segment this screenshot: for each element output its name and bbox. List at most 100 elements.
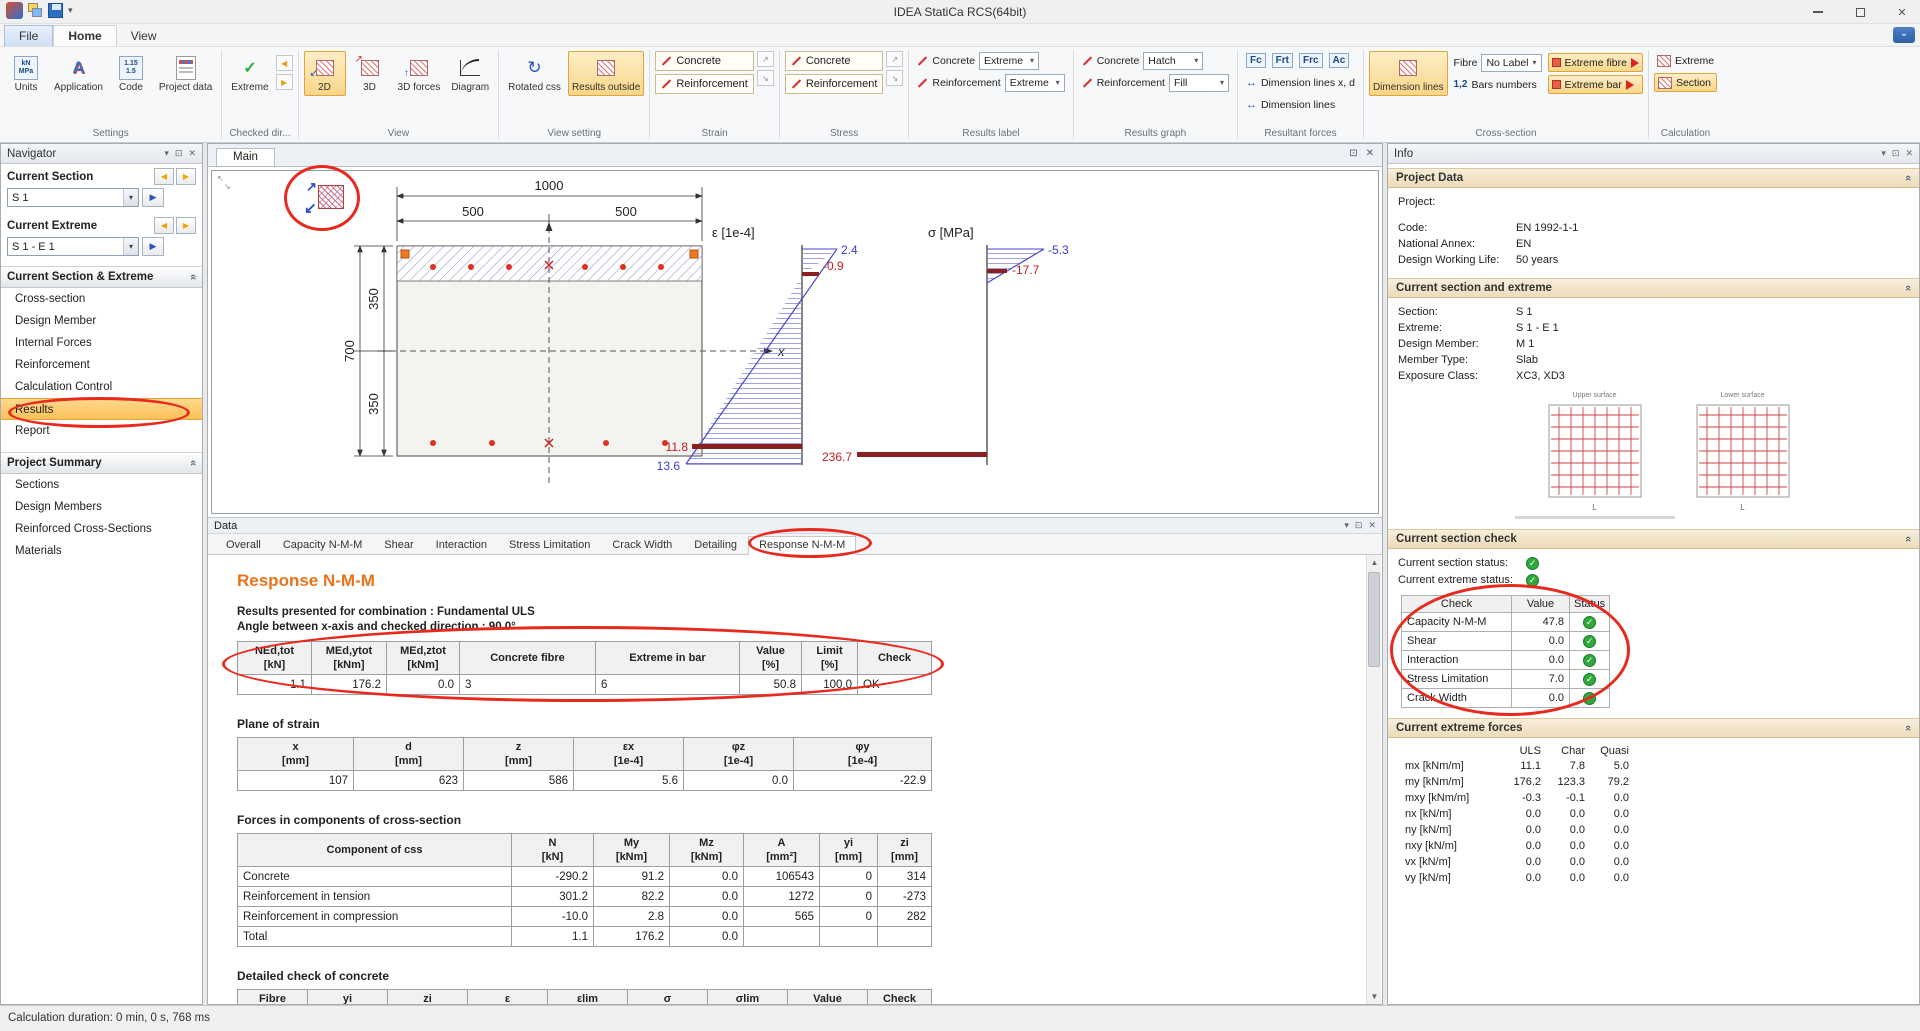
navigator-close-icon[interactable]: ✕ [188,148,196,159]
extreme-bar-toggle[interactable]: Extreme bar [1548,75,1643,94]
dimension-lines-xd-toggle[interactable]: ↔ Dimension lines x, d [1243,73,1358,92]
maximize-button[interactable] [1846,3,1874,21]
section-check-section-header[interactable]: Current section check « [1388,529,1919,549]
sidebar-item-reinforced-cross-sections[interactable]: Reinforced Cross-Sections [1,518,202,540]
tab-file[interactable]: File [4,25,53,46]
frc-chip[interactable]: Frc [1299,53,1323,68]
stress-plus-icon[interactable]: ↗ [886,51,903,67]
info-close-icon[interactable]: ✕ [1905,148,1913,159]
data-close-icon[interactable]: ✕ [1368,520,1376,531]
section-combo-caret-icon[interactable]: ▾ [123,189,138,206]
project-data-button[interactable]: Project data [155,51,216,96]
fibre-dropdown[interactable]: No Label▾ [1481,54,1541,72]
current-extreme-combo[interactable]: S 1 - E 1 ▾ [7,237,139,256]
checked-dir-next-icon[interactable]: ▶ [276,74,293,90]
scroll-up-icon[interactable]: ▲ [1367,555,1382,570]
sidebar-item-design-member[interactable]: Design Member [1,310,202,332]
tab-main[interactable]: Main [216,148,275,166]
results-label-concrete-dropdown[interactable]: Extreme▾ [979,52,1039,70]
section-prev-button[interactable]: ◀ [154,168,174,185]
extreme-fibre-toggle[interactable]: Extreme fibre [1548,53,1643,72]
sidebar-item-internal-forces[interactable]: Internal Forces [1,332,202,354]
cs-dimension-lines-button[interactable]: Dimension lines [1369,51,1448,96]
vertical-scrollbar[interactable]: ▲ ▼ [1366,555,1381,1004]
checked-dir-prev-icon[interactable]: ◀ [276,55,293,71]
results-outside-button[interactable]: Results outside [568,51,644,96]
extreme-next-button[interactable]: ▶ [176,217,196,234]
stress-reinforcement-button[interactable]: Reinforcement [785,74,884,94]
tab-view[interactable]: View [117,26,171,46]
section-extreme-header[interactable]: Current Section & Extreme « [1,266,202,288]
ribbon-collapse-icon[interactable]: ⌄ [1893,27,1915,43]
rotated-css-preview-icon[interactable]: ↙ ↗ [304,179,348,225]
tab-stress-limitation[interactable]: Stress Limitation [498,536,601,554]
tab-shear[interactable]: Shear [373,536,424,554]
tab-home[interactable]: Home [53,25,116,46]
strain-reinforcement-button[interactable]: Reinforcement [655,74,754,94]
current-section-combo[interactable]: S 1 ▾ [7,188,139,207]
minimize-button[interactable] [1804,3,1832,21]
results-graph-reinforcement-dropdown[interactable]: Fill▾ [1169,74,1229,92]
sidebar-item-report[interactable]: Report [1,420,202,442]
navigator-pin-icon[interactable]: ⊡ [175,148,183,159]
calculation-extreme-toggle[interactable]: Extreme [1654,51,1717,70]
extreme-goto-button[interactable]: ▶ [142,237,164,256]
extreme-combo-caret-icon[interactable]: ▾ [123,238,138,255]
info-dropdown-icon[interactable]: ▾ [1881,148,1886,159]
table-row: 1076235865.60.0-22.9 [238,771,932,791]
section-goto-button[interactable]: ▶ [142,188,164,207]
units-button[interactable]: kNMPa Units [5,51,47,96]
scroll-down-icon[interactable]: ▼ [1367,989,1382,1004]
view-2d-button[interactable]: ↙ 2D [304,51,346,96]
strain-concrete-button[interactable]: Concrete [655,51,754,71]
results-label-reinforcement-dropdown[interactable]: Extreme▾ [1005,74,1065,92]
view-3d-forces-button[interactable]: ↑ 3D forces [394,51,445,96]
data-dropdown-icon[interactable]: ▾ [1344,520,1349,531]
frt-chip[interactable]: Frt [1272,53,1293,68]
sidebar-item-results[interactable]: Results [1,398,202,420]
info-pin-icon[interactable]: ⊡ [1892,148,1900,159]
calculation-section-toggle[interactable]: Section [1654,73,1717,92]
extreme-checked-dir-button[interactable]: ✓ Extreme [227,51,272,96]
close-button[interactable]: ✕ [1888,3,1916,21]
tab-capacity-nmm[interactable]: Capacity N-M-M [272,536,373,554]
sidebar-item-reinforcement[interactable]: Reinforcement [1,354,202,376]
main-close-icon[interactable]: ✕ [1366,148,1374,159]
results-graph-concrete-dropdown[interactable]: Hatch▾ [1143,52,1203,70]
code-button[interactable]: 1.151.5 Code [110,51,152,96]
project-data-section-header[interactable]: Project Data « [1388,168,1919,188]
main-pin-icon[interactable]: ⊡ [1349,148,1357,159]
data-pin-icon[interactable]: ⊡ [1355,520,1363,531]
strain-plus-icon[interactable]: ↗ [757,51,774,67]
sidebar-item-materials[interactable]: Materials [1,540,202,562]
current-section-section-header[interactable]: Current section and extreme « [1388,278,1919,298]
tab-overall[interactable]: Overall [215,536,272,554]
stress-minus-icon[interactable]: ↘ [886,70,903,86]
sidebar-item-cross-section[interactable]: Cross-section [1,288,202,310]
extreme-prev-button[interactable]: ◀ [154,217,174,234]
navigator-dropdown-icon[interactable]: ▾ [164,148,169,159]
fc-chip[interactable]: Fc [1246,53,1266,68]
drawing-canvas[interactable]: ↖↘ ↙ ↗ [211,170,1379,514]
ac-chip[interactable]: Ac [1329,53,1350,68]
sidebar-item-design-members[interactable]: Design Members [1,496,202,518]
sidebar-item-calculation-control[interactable]: Calculation Control [1,376,202,398]
project-summary-header[interactable]: Project Summary « [1,452,202,474]
strain-minus-icon[interactable]: ↘ [757,70,774,86]
tab-interaction[interactable]: Interaction [425,536,498,554]
expand-icon[interactable]: ↖↘ [217,175,235,193]
rotated-css-button[interactable]: ↻ Rotated css [504,51,565,96]
section-next-button[interactable]: ▶ [176,168,196,185]
dimension-lines-toggle[interactable]: ↔ Dimension lines [1243,95,1358,114]
scrollbar-thumb[interactable] [1368,572,1380,667]
application-button[interactable]: A Application [50,51,107,96]
stress-concrete-button[interactable]: Concrete [785,51,884,71]
tab-detailing[interactable]: Detailing [683,536,748,554]
tab-crack-width[interactable]: Crack Width [601,536,683,554]
extreme-forces-section-header[interactable]: Current extreme forces « [1388,718,1919,738]
tab-response-nmm[interactable]: Response N-M-M [748,536,856,555]
view-3d-button[interactable]: ↗ 3D [349,51,391,96]
sidebar-item-sections[interactable]: Sections [1,474,202,496]
view-diagram-button[interactable]: Diagram [447,51,493,96]
bars-numbers-toggle[interactable]: 1,2 Bars numbers [1451,75,1545,94]
